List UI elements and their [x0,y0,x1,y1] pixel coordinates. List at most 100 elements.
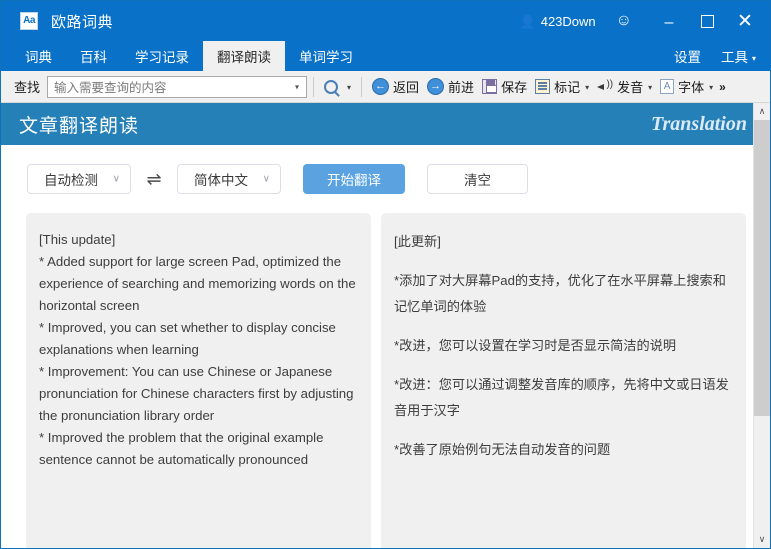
tab-word-study-label: 单词学习 [299,50,353,65]
mark-note-icon [535,79,551,94]
chevron-down-icon: ∨ [112,173,120,185]
back-button-label: 返回 [393,80,420,95]
tab-study-record[interactable]: 学习记录 [121,41,203,71]
application-window: Aa 欧路词典 👤 423Down ☺ – ✕ 词典 百科 学习记录 翻译朗读 [0,0,771,549]
menu-tools[interactable]: 工具 [711,46,758,66]
chevron-down-icon[interactable]: ▾ [585,83,589,92]
font-button-label: 字体 [678,80,705,95]
back-arrow-icon: ← [372,78,390,95]
font-icon: A [660,79,675,94]
minimize-button[interactable]: – [650,1,688,41]
scroll-down-button[interactable]: ∨ [753,531,770,548]
source-language-value: 自动检测 [44,173,98,188]
source-line: * Added support for large screen Pad, op… [39,254,356,313]
target-line: *改善了原始例句无法自动发音的问题 [394,442,611,457]
target-text-pane[interactable]: [此更新] *添加了对大屏幕Pad的支持，优化了在水平屏幕上搜索和记忆单词的体验… [381,213,746,548]
menu-right-group: 设置 工具 ▾ [664,41,762,71]
app-logo-icon: Aa [20,12,38,30]
close-button[interactable]: ✕ [726,1,764,41]
chevron-down-icon[interactable]: ▾ [347,83,351,92]
magnifier-icon [324,79,339,94]
find-label: 查找 [14,80,41,95]
speaker-icon [597,79,613,94]
chevron-down-icon[interactable]: ▾ [648,83,652,92]
forward-arrow-icon: → [427,78,445,95]
tab-word-study[interactable]: 单词学习 [285,41,367,71]
target-line: [此更新] [394,234,441,249]
tab-translation[interactable]: 翻译朗读 [203,41,285,71]
menu-settings-label: 设置 [673,50,701,65]
target-language-value: 简体中文 [194,173,248,188]
pronounce-button[interactable]: 发音 ▾ [593,74,656,100]
source-line: [This update] [39,232,116,247]
chevron-down-icon: ∨ [262,173,270,185]
app-title: 欧路词典 [51,13,114,31]
forward-button[interactable]: → 前进 [423,74,478,100]
menu-tools-label: 工具 [720,50,748,65]
content-area: 文章翻译朗读 Translation 自动检测 ∨ ⇌ 简体中文 ∨ 开始翻译 … [1,103,770,548]
translation-controls: 自动检测 ∨ ⇌ 简体中文 ∨ 开始翻译 清空 [1,145,753,213]
target-line: *改进：您可以通过调整发音库的顺序，先将中文或日语发音用于汉字 [394,377,729,418]
source-line: * Improved, you can set whether to displ… [39,320,336,357]
minimize-glyph: – [664,14,674,31]
tab-translation-label: 翻译朗读 [217,50,271,65]
target-line: *添加了对大屏幕Pad的支持，优化了在水平屏幕上搜索和记忆单词的体验 [394,273,726,314]
chevron-down-icon[interactable]: ▾ [752,54,756,63]
source-text-pane[interactable]: [This update] * Added support for large … [26,213,371,548]
toolbar: 查找 输入需要查询的内容 ▾ ▾ ← 返回 → 前进 保存 标记 ▾)) 发音… [1,71,770,103]
target-spacer [394,255,732,268]
tab-dictionary[interactable]: 词典 [11,41,66,71]
target-spacer [394,359,732,372]
font-button[interactable]: A 字体 ▾ [656,74,717,100]
search-button[interactable]: ▾ [320,74,355,100]
target-spacer [394,424,732,437]
maximize-button[interactable] [688,1,726,41]
maximize-glyph [700,14,714,28]
source-line: * Improvement: You can use Chinese or Ja… [39,364,354,423]
tab-group: 词典 百科 学习记录 翻译朗读 单词学习 [11,41,367,71]
start-translate-label: 开始翻译 [327,173,381,188]
save-button[interactable]: 保存 [478,74,531,100]
chevron-down-icon[interactable]: ▾ [295,82,299,91]
save-button-label: 保存 [501,80,528,95]
start-translate-button[interactable]: 开始翻译 [303,164,405,194]
chevron-down-icon[interactable]: ▾ [709,83,713,92]
smiley-face-icon[interactable]: ☺ [616,13,632,29]
clear-button[interactable]: 清空 [427,164,528,194]
mark-button-label: 标记 [554,80,581,95]
scroll-up-button[interactable]: ∧ [753,103,770,120]
pronounce-button-label: 发音 [617,80,644,95]
target-spacer [394,320,732,333]
person-icon: 👤 [519,13,536,29]
tab-dictionary-label: 词典 [25,50,52,65]
pane-divider [371,213,381,548]
search-input[interactable]: 输入需要查询的内容 ▾ [47,75,308,98]
page-title: 文章翻译朗读 [19,115,140,137]
title-bar: Aa 欧路词典 👤 423Down ☺ – ✕ [1,1,770,41]
page-banner: 文章翻译朗读 Translation [1,103,753,145]
toolbar-divider [313,76,315,97]
vertical-scrollbar[interactable]: ∧ ∨ [753,103,770,548]
scrollbar-thumb[interactable] [753,120,770,416]
scrollbar-track[interactable] [753,120,770,531]
toolbar-overflow-icon[interactable]: » [719,80,726,94]
source-language-select[interactable]: 自动检测 ∨ [27,164,131,194]
forward-button-label: 前进 [448,80,475,95]
back-button[interactable]: ← 返回 [368,74,423,100]
search-placeholder: 输入需要查询的内容 [54,81,167,95]
page-subtitle: Translation [651,112,747,135]
tab-encyclopedia[interactable]: 百科 [66,41,121,71]
menu-settings[interactable]: 设置 [664,46,711,66]
close-glyph: ✕ [737,10,753,32]
swap-languages-icon[interactable]: ⇌ [131,169,177,190]
tab-encyclopedia-label: 百科 [80,50,107,65]
mark-button[interactable]: 标记 ▾ [531,74,593,100]
tab-study-record-label: 学习记录 [135,50,189,65]
translation-page: 文章翻译朗读 Translation 自动检测 ∨ ⇌ 简体中文 ∨ 开始翻译 … [1,103,753,548]
title-bar-right-group: 👤 423Down ☺ – ✕ [520,1,770,41]
target-language-select[interactable]: 简体中文 ∨ [177,164,281,194]
text-panes: [This update] * Added support for large … [1,213,753,548]
user-account-button[interactable]: 👤 423Down [520,14,596,29]
toolbar-divider [361,76,363,97]
clear-button-label: 清空 [464,173,491,188]
